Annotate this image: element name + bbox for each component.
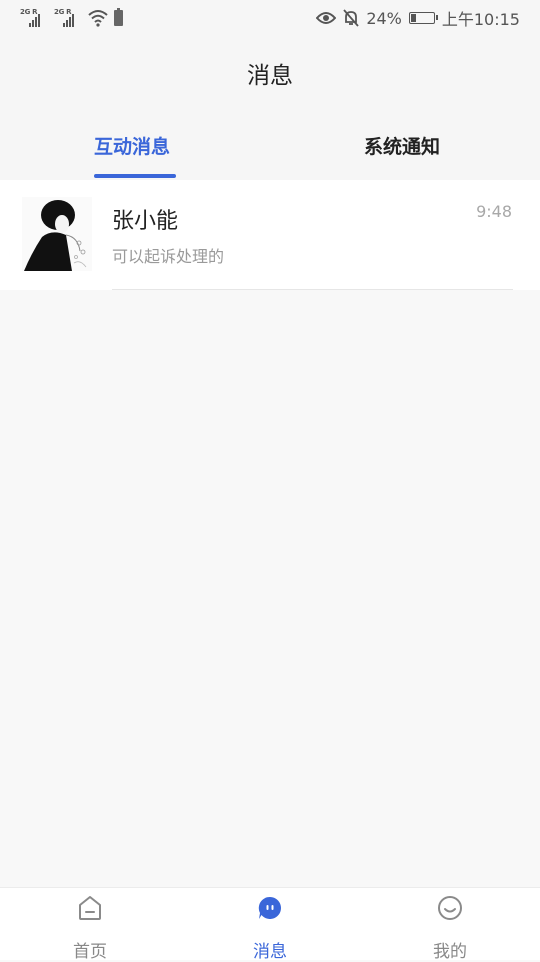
nav-item-home[interactable]: 首页 xyxy=(30,888,150,962)
nav-label-mine: 我的 xyxy=(433,942,467,962)
tab-system-notifications[interactable]: 系统通知 xyxy=(364,132,440,159)
smile-icon xyxy=(438,896,462,920)
avatar xyxy=(22,197,92,271)
message-preview: 可以起诉处理的 xyxy=(112,247,225,266)
status-right: 24% 上午10:15 xyxy=(316,7,520,29)
nav-item-messages[interactable]: 消息 xyxy=(210,888,330,962)
bottom-nav: 首页 消息 我的 xyxy=(0,887,540,962)
battery-percent: 24% xyxy=(366,8,402,28)
clock: 上午10:15 xyxy=(441,10,520,29)
divider xyxy=(112,289,513,290)
mute-bell-icon xyxy=(343,9,359,27)
signal-icon-2: 2G R xyxy=(54,8,82,28)
signal-icon: 2G R xyxy=(20,8,48,28)
charging-battery-icon xyxy=(114,8,123,26)
message-item[interactable]: 张小能 可以起诉处理的 9:48 xyxy=(0,180,540,290)
home-icon xyxy=(79,896,101,920)
message-list: 张小能 可以起诉处理的 9:48 xyxy=(0,180,540,290)
tab-bar: 互动消息 系统通知 xyxy=(0,110,540,180)
wifi-icon xyxy=(88,10,108,27)
message-icon xyxy=(258,896,281,919)
battery-icon xyxy=(408,12,438,24)
page-header: 消息 xyxy=(0,36,540,110)
eye-icon xyxy=(316,12,337,24)
status-bar: 2G R 2G R 24% 上午10:15 xyxy=(0,0,540,36)
nav-item-mine[interactable]: 我的 xyxy=(390,888,510,962)
contact-name: 张小能 xyxy=(112,209,179,234)
status-left: 2G R 2G R xyxy=(20,7,123,29)
tab-interactive-messages[interactable]: 互动消息 xyxy=(94,132,170,159)
nav-label-messages: 消息 xyxy=(253,942,287,962)
page-title: 消息 xyxy=(247,63,293,89)
message-time: 9:48 xyxy=(476,202,512,221)
active-tab-indicator xyxy=(94,174,176,178)
nav-label-home: 首页 xyxy=(73,942,107,962)
